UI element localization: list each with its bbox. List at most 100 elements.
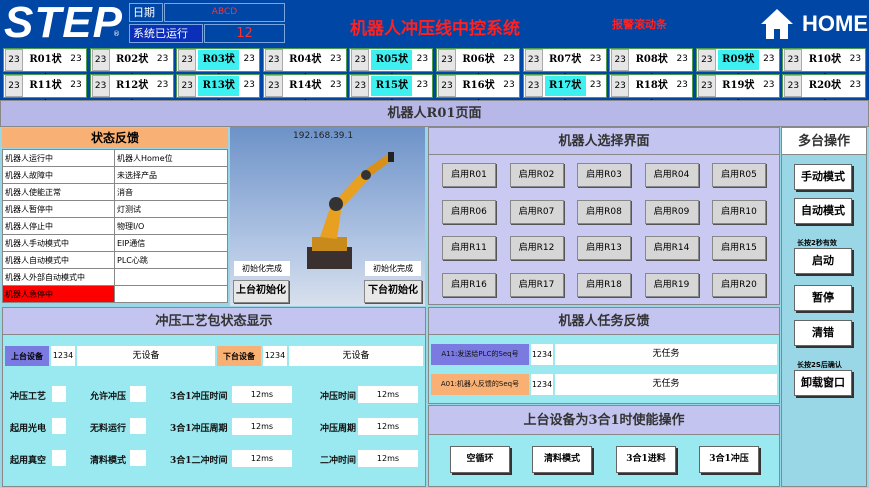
enable-robot-button[interactable]: 启用R19 — [644, 272, 699, 297]
home-button[interactable]: HOME — [802, 11, 868, 37]
system-title: 机器人冲压线中控系统 — [350, 19, 520, 39]
enable-robot-button[interactable]: 启用R20 — [712, 272, 766, 297]
lower-device-label: 下台设备 — [217, 346, 261, 366]
status-count-left: 23 — [91, 49, 110, 71]
lower-device-num: 1234 — [263, 346, 287, 366]
runtime-label: 系统已运行 — [129, 24, 203, 43]
status-label: R20状态 — [804, 76, 846, 111]
robot-status-cell: 23R10状态23 — [782, 48, 867, 85]
param-label: 3合1冲压时间 — [170, 392, 228, 402]
status-row: 机器人暂停中 灯测试 — [2, 200, 228, 218]
robot-status-cell: 23R04状态23 — [262, 48, 347, 85]
param-label: 清料模式 — [90, 456, 127, 466]
enable-robot-button[interactable]: 启用R11 — [442, 236, 496, 260]
enable-robot-button[interactable]: 启用R04 — [644, 163, 699, 187]
task-a01-num: 1234 — [531, 374, 553, 395]
status-label: R18状态 — [631, 76, 673, 111]
status-count-right: 23 — [586, 75, 605, 97]
status-right-cell — [114, 285, 228, 303]
auto-mode-button[interactable]: 自动模式 — [794, 198, 852, 224]
robot-status-cell: 23R09状态23 — [695, 48, 780, 85]
enable-robot-button[interactable]: 启用R14 — [644, 236, 699, 260]
status-count-left: 23 — [524, 49, 543, 71]
unload-window-button[interactable]: 卸载窗口 — [794, 370, 852, 396]
status-count-left: 23 — [438, 49, 456, 71]
runtime-value: 12 — [204, 24, 285, 43]
status-count-left: 23 — [611, 75, 630, 97]
status-count-right: 23 — [326, 49, 345, 71]
status-count-right: 23 — [413, 49, 432, 71]
param-label: 冲压周期 — [320, 424, 357, 434]
task-a11-label: A11:发送给PLC的Seq号 — [431, 344, 529, 365]
status-count-right: 23 — [586, 49, 605, 71]
enable-robot-button[interactable]: 启用R13 — [577, 236, 631, 260]
status-label: R08状态 — [631, 50, 673, 85]
status-right-cell: 物理I/O — [114, 217, 228, 235]
enable-robot-button[interactable]: 启用R16 — [442, 272, 496, 297]
upper-device-num: 1234 — [51, 346, 75, 366]
param-value: 12ms — [358, 418, 418, 435]
status-count-left: 23 — [178, 75, 197, 97]
status-count-left: 23 — [524, 75, 543, 97]
status-right-cell: PLC心跳 — [114, 251, 228, 269]
status-right-cell: 未选择产品 — [114, 166, 228, 184]
status-count-right: 23 — [67, 49, 85, 71]
enable-robot-button[interactable]: 启用R10 — [712, 199, 766, 224]
empty-cycle-button[interactable]: 空循环 — [450, 446, 510, 473]
clear-error-button[interactable]: 清错 — [794, 320, 852, 346]
param-label: 起用真空 — [10, 456, 47, 466]
status-label: R06状态 — [458, 50, 499, 85]
param-value: 12ms — [358, 386, 418, 403]
status-left-cell: 机器人手动模式中 — [2, 234, 115, 252]
status-label: R09状态 — [717, 50, 759, 85]
param-indicator — [130, 386, 146, 402]
enable-robot-button[interactable]: 启用R15 — [712, 236, 766, 260]
combo-title: 上台设备为3合1时使能操作 — [428, 405, 780, 435]
status-count-left: 23 — [697, 75, 716, 97]
status-count-right: 23 — [240, 75, 259, 97]
enable-robot-button[interactable]: 启用R18 — [577, 272, 631, 297]
status-count-left: 23 — [438, 75, 456, 97]
status-left-cell: 机器人停止中 — [2, 217, 115, 235]
status-left-cell: 机器人使能正常 — [2, 183, 115, 201]
feed-3in1-button[interactable]: 3合1进料 — [616, 446, 676, 473]
robot-status-cell: 23R07状态23 — [522, 48, 607, 85]
status-label: R11状态 — [25, 76, 66, 111]
hold-2s-note: 长按2秒有效 — [797, 239, 837, 247]
enable-robot-button[interactable]: 启用R02 — [509, 163, 564, 187]
param-label: 起用光电 — [10, 424, 47, 434]
pause-button[interactable]: 暂停 — [794, 285, 852, 311]
home-icon[interactable] — [760, 7, 794, 41]
enable-robot-button[interactable]: 启用R12 — [509, 236, 564, 260]
status-count-right: 23 — [153, 49, 172, 71]
status-count-right: 23 — [500, 75, 518, 97]
enable-robot-button[interactable]: 启用R03 — [577, 163, 631, 187]
enable-robot-button[interactable]: 启用R01 — [442, 163, 496, 187]
enable-robot-button[interactable]: 启用R06 — [442, 199, 496, 224]
status-count-right: 23 — [673, 49, 692, 71]
status-count-left: 23 — [91, 75, 110, 97]
status-row: 机器人运行中 机器人Home位 — [2, 149, 228, 167]
lower-init-button[interactable]: 下台初始化 — [364, 280, 422, 303]
upper-init-button[interactable]: 上台初始化 — [233, 280, 289, 303]
enable-robot-button[interactable]: 启用R07 — [509, 199, 564, 224]
page-title: 机器人R01页面 — [0, 100, 869, 127]
enable-robot-button[interactable]: 启用R17 — [509, 272, 564, 297]
param-indicator — [130, 418, 146, 434]
start-button[interactable]: 启动 — [794, 248, 852, 274]
press-title: 冲压工艺包状态显示 — [2, 307, 426, 335]
task-a01-value: 无任务 — [555, 374, 777, 395]
status-count-left: 23 — [264, 49, 283, 71]
enable-robot-button[interactable]: 启用R08 — [577, 199, 631, 224]
status-left-cell: 机器人自动模式中 — [2, 251, 115, 269]
param-value: 12ms — [232, 418, 292, 435]
param-value: 12ms — [232, 450, 292, 467]
manual-mode-button[interactable]: 手动模式 — [794, 164, 852, 190]
enable-robot-button[interactable]: 启用R05 — [712, 163, 766, 187]
press-3in1-button[interactable]: 3合1冲压 — [699, 446, 759, 473]
status-count-right: 23 — [240, 49, 259, 71]
status-count-right: 23 — [67, 75, 85, 97]
enable-robot-button[interactable]: 启用R09 — [644, 199, 699, 224]
clear-material-button[interactable]: 清料模式 — [532, 446, 592, 473]
status-right-cell: 消音 — [114, 183, 228, 201]
